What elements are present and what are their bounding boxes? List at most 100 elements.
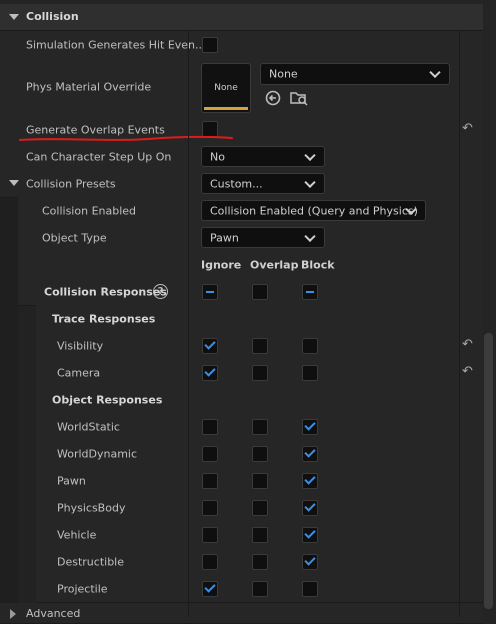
- chevron-down-icon: [304, 149, 316, 161]
- block-checkbox[interactable]: [302, 500, 318, 516]
- response-row: Projectile: [36, 575, 483, 603]
- overlap-checkbox[interactable]: [252, 365, 268, 381]
- scrollbar-thumb[interactable]: [484, 333, 493, 609]
- block-checkbox[interactable]: [302, 527, 318, 543]
- step-up-dropdown[interactable]: No: [201, 146, 325, 167]
- ignore-checkbox[interactable]: [202, 419, 218, 435]
- ignore-checkbox[interactable]: [202, 446, 218, 462]
- block-checkbox[interactable]: [302, 446, 318, 462]
- response-row: WorldDynamic: [36, 440, 483, 468]
- block-checkbox[interactable]: [302, 338, 318, 354]
- response-row: Pawn: [36, 467, 483, 495]
- phys-material-label: Phys Material Override: [26, 80, 152, 94]
- chevron-down-icon: [304, 230, 316, 242]
- overlap-checkbox[interactable]: [252, 581, 268, 597]
- chevron-down-icon: [429, 66, 441, 79]
- ignore-checkbox[interactable]: [202, 554, 218, 570]
- collision-section-header[interactable]: Collision: [0, 4, 483, 31]
- row-advanced[interactable]: Advanced: [0, 603, 483, 624]
- collision-enabled-dropdown[interactable]: Collision Enabled (Query and Physics): [201, 200, 426, 221]
- object-type-dropdown[interactable]: Pawn: [201, 227, 325, 248]
- column-divider: [188, 31, 189, 617]
- phys-material-thumbnail[interactable]: None: [201, 63, 251, 113]
- block-checkbox[interactable]: [302, 419, 318, 435]
- all-block-checkbox[interactable]: [302, 284, 318, 300]
- overlap-checkbox[interactable]: [252, 473, 268, 489]
- block-column-header: Block: [301, 258, 335, 271]
- collision-responses-label: Collision Responses: [44, 285, 167, 298]
- step-up-label: Can Character Step Up On: [26, 150, 172, 163]
- row-sim-hit: Simulation Generates Hit Even...: [0, 31, 483, 59]
- reset-arrow-icon[interactable]: ↶: [462, 364, 473, 379]
- row-collision-enabled: Collision Enabled Collision Enabled (Que…: [18, 197, 483, 225]
- phys-material-dropdown[interactable]: None: [260, 63, 450, 85]
- overlap-checkbox[interactable]: [252, 554, 268, 570]
- sim-hit-label: Simulation Generates Hit Even...: [26, 38, 206, 51]
- overlap-column-header: Overlap: [250, 258, 299, 271]
- sim-hit-checkbox[interactable]: [202, 37, 218, 53]
- indent-guide: [0, 197, 18, 617]
- response-label: WorldStatic: [57, 420, 120, 433]
- browse-icon[interactable]: [290, 89, 308, 107]
- row-collision-responses: Collision Responses: [18, 278, 483, 306]
- collision-enabled-label: Collision Enabled: [42, 204, 137, 217]
- response-label: Visibility: [57, 339, 104, 352]
- row-object-type: Object Type Pawn: [18, 224, 483, 252]
- presets-label: Collision Presets: [26, 177, 116, 190]
- object-type-value: Pawn: [210, 231, 239, 244]
- expand-triangle-icon[interactable]: [10, 609, 16, 619]
- ignore-checkbox[interactable]: [202, 500, 218, 516]
- overlap-checkbox[interactable]: [252, 419, 268, 435]
- object-responses-label: Object Responses: [52, 393, 163, 406]
- all-ignore-checkbox[interactable]: [202, 284, 218, 300]
- column-divider-reset: [459, 31, 460, 617]
- phys-material-value: None: [269, 67, 298, 81]
- collision-enabled-value: Collision Enabled (Query and Physics): [210, 204, 418, 217]
- response-row: Visibility ↶: [36, 332, 483, 360]
- response-row: Camera ↶: [36, 359, 483, 387]
- reset-arrow-icon[interactable]: ↶: [462, 337, 473, 352]
- ignore-checkbox[interactable]: [202, 527, 218, 543]
- row-trace-responses: Trace Responses: [36, 305, 483, 333]
- asset-color-bar: [204, 107, 248, 110]
- object-type-label: Object Type: [42, 231, 107, 244]
- ignore-checkbox[interactable]: [202, 581, 218, 597]
- block-checkbox[interactable]: [302, 365, 318, 381]
- thumbnail-text: None: [214, 83, 238, 93]
- block-checkbox[interactable]: [302, 473, 318, 489]
- response-label: Projectile: [57, 582, 108, 595]
- help-icon[interactable]: ?: [153, 284, 168, 299]
- collapse-triangle-icon[interactable]: [9, 180, 19, 186]
- response-label: Vehicle: [57, 528, 97, 541]
- response-row: PhysicsBody: [36, 494, 483, 522]
- overlap-checkbox[interactable]: [252, 338, 268, 354]
- use-selected-icon[interactable]: [264, 89, 282, 107]
- response-label: PhysicsBody: [57, 501, 126, 514]
- overlap-checkbox[interactable]: [252, 500, 268, 516]
- presets-dropdown[interactable]: Custom...: [201, 173, 325, 194]
- ignore-checkbox[interactable]: [202, 365, 218, 381]
- row-response-columns: Ignore Overlap Block: [18, 251, 483, 279]
- row-step-up: Can Character Step Up On No: [0, 143, 483, 171]
- ignore-column-header: Ignore: [201, 258, 242, 271]
- response-label: Destructible: [57, 555, 124, 568]
- row-object-responses: Object Responses: [36, 386, 483, 414]
- step-up-value: No: [210, 150, 225, 163]
- overlap-checkbox[interactable]: [252, 446, 268, 462]
- all-overlap-checkbox[interactable]: [252, 284, 268, 300]
- collapse-triangle-icon[interactable]: [9, 14, 19, 20]
- response-row: WorldStatic: [36, 413, 483, 441]
- response-row: Destructible: [36, 548, 483, 576]
- block-checkbox[interactable]: [302, 581, 318, 597]
- section-title: Collision: [26, 10, 79, 23]
- reset-arrow-icon[interactable]: ↶: [462, 121, 473, 136]
- block-checkbox[interactable]: [302, 554, 318, 570]
- chevron-down-icon: [304, 176, 316, 188]
- overlap-checkbox[interactable]: [252, 527, 268, 543]
- response-row: Vehicle: [36, 521, 483, 549]
- row-collision-presets: Collision Presets Custom...: [0, 170, 483, 198]
- trace-responses-label: Trace Responses: [52, 312, 156, 325]
- ignore-checkbox[interactable]: [202, 473, 218, 489]
- indent-guide-nested: [18, 278, 36, 603]
- ignore-checkbox[interactable]: [202, 338, 218, 354]
